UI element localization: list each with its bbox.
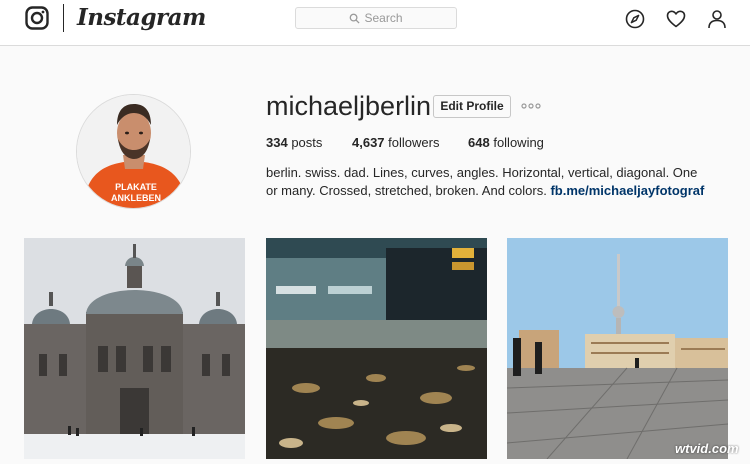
followers-count-value: 4,637: [352, 135, 385, 150]
avatar-shirt-text-top: PLAKATE: [115, 182, 157, 192]
heart-icon[interactable]: [666, 9, 686, 29]
following-count[interactable]: 648 following: [468, 135, 544, 151]
instagram-wordmark[interactable]: Instagram: [77, 3, 206, 33]
post-thumbnail-tv-tower[interactable]: [507, 238, 728, 459]
tram-puddle-photo: [266, 238, 487, 459]
edit-profile-button[interactable]: Edit Profile: [433, 95, 511, 118]
search-input[interactable]: Search: [295, 7, 457, 29]
logo-divider: [63, 4, 64, 32]
posts-count-value: 334: [266, 135, 288, 150]
followers-count[interactable]: 4,637 followers: [352, 135, 439, 151]
compass-icon[interactable]: [625, 9, 645, 29]
avatar-shirt-text-bottom: ANKLEBEN: [111, 193, 161, 203]
user-icon[interactable]: [707, 9, 727, 29]
watermark: wtvid.com: [675, 441, 739, 456]
post-thumbnail-cathedral[interactable]: [24, 238, 245, 459]
instagram-camera-icon[interactable]: [25, 6, 49, 30]
followers-count-label: followers: [388, 135, 440, 150]
top-navigation-bar: Instagram Search: [0, 0, 750, 46]
posts-count: 334 posts: [266, 135, 322, 151]
search-icon: [350, 13, 361, 24]
profile-username: michaeljberlin: [266, 91, 432, 121]
ellipsis-icon[interactable]: [520, 100, 542, 112]
posts-count-label: posts: [291, 135, 323, 150]
tv-tower-plaza-photo: [507, 238, 728, 459]
berlin-cathedral-snow-photo: [24, 238, 245, 459]
profile-bio: berlin. swiss. dad. Lines, curves, angle…: [266, 164, 706, 200]
following-count-label: following: [493, 135, 544, 150]
profile-bio-link[interactable]: fb.me/michaeljayfotograf: [550, 183, 704, 198]
post-thumbnail-tram[interactable]: [266, 238, 487, 459]
profile-avatar[interactable]: PLAKATE ANKLEBEN: [76, 94, 191, 209]
search-placeholder: Search: [364, 11, 403, 25]
following-count-value: 648: [468, 135, 490, 150]
